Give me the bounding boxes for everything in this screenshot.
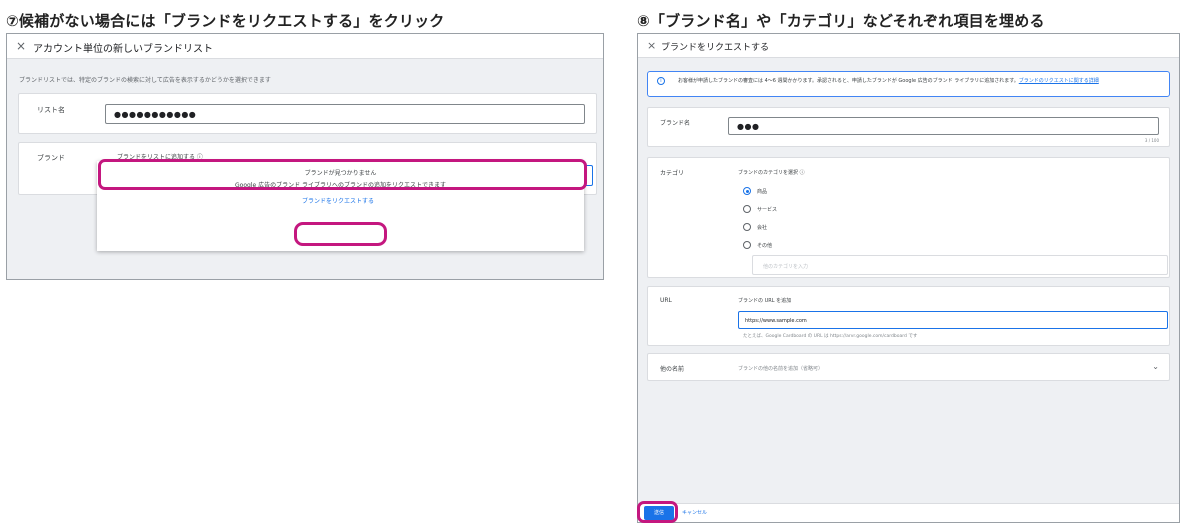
radio-icon	[743, 205, 751, 213]
list-name-label: リスト名	[37, 106, 65, 114]
panel-title: アカウント単位の新しいブランドリスト	[33, 44, 213, 55]
category-sub-label: ブランドのカテゴリを選択 ⓘ	[738, 170, 805, 176]
panel-header: × アカウント単位の新しいブランドリスト	[7, 34, 603, 59]
cancel-button[interactable]: キャンセル	[682, 509, 707, 516]
panel-footer: 送信 キャンセル	[638, 503, 1179, 522]
info-message: お客様が申請したブランドの審査には 4～6 週間かかります。承認されると、申請し…	[678, 78, 1019, 84]
brand-name-card: ブランド名 ●●● 3 / 100	[647, 107, 1170, 147]
close-icon[interactable]: ×	[16, 39, 26, 53]
category-option-label: 商品	[757, 189, 768, 195]
url-card: URL ブランドの URL を追加 https://www.sample.com…	[647, 286, 1170, 346]
list-name-input[interactable]: ●●●●●●●●●●●	[105, 104, 585, 124]
step-8-title: ⑧「ブランド名」や「カテゴリ」などそれぞれ項目を埋める	[637, 12, 1045, 30]
chevron-down-icon[interactable]: ⌄	[1152, 362, 1159, 371]
brand-label: ブランド	[37, 154, 65, 162]
other-names-placeholder: ブランドの他の名前を追加（省略可）	[738, 366, 824, 372]
request-brand-panel: × ブランドをリクエストする i お客様が申請したブランドの審査には 4～6 週…	[637, 33, 1180, 523]
other-category-input[interactable]: 他のカテゴリを入力	[752, 255, 1168, 275]
category-option-label: サービス	[757, 207, 778, 213]
category-card: カテゴリ ブランドのカテゴリを選択 ⓘ 商品 サービス 会社 その他 他のカテゴ…	[647, 157, 1170, 278]
step-7-title: ⑦候補がない場合には「ブランドをリクエストする」をクリック	[6, 12, 445, 30]
radio-icon	[743, 223, 751, 231]
other-names-label: 他の名前	[660, 366, 685, 373]
category-option-label: 会社	[757, 225, 768, 231]
request-note: Google 広告のブランド ライブラリへのブランドの追加をリクエストできます	[235, 182, 446, 189]
panel-description: ブランドリストでは、特定のブランドの検索に対して広告を表示するかどうかを選択でき…	[19, 77, 271, 84]
panel-title: ブランドをリクエストする	[661, 43, 770, 53]
url-sub-label: ブランドの URL を追加	[738, 298, 792, 304]
panel-header: × ブランドをリクエストする	[638, 34, 1179, 58]
info-text: お客様が申請したブランドの審査には 4～6 週間かかります。承認されると、申請し…	[678, 77, 1158, 85]
info-banner: i お客様が申請したブランドの審査には 4～6 週間かかります。承認されると、申…	[647, 71, 1170, 97]
radio-icon	[743, 241, 751, 249]
brand-name-input[interactable]: ●●●	[728, 117, 1159, 135]
url-label: URL	[660, 297, 672, 304]
category-option-label: その他	[757, 243, 773, 249]
not-found-message: ブランドが見つかりません	[304, 170, 377, 177]
other-names-card[interactable]: 他の名前 ブランドの他の名前を追加（省略可） ⌄	[647, 353, 1170, 381]
close-icon[interactable]: ×	[647, 39, 656, 52]
send-button[interactable]: 送信	[644, 506, 674, 520]
list-name-card: リスト名 ●●●●●●●●●●●	[18, 93, 597, 134]
url-hint: たとえば、Google Cardboard の URL は https://ar…	[743, 334, 918, 339]
request-brand-link[interactable]: ブランドをリクエストする	[302, 196, 374, 205]
category-label: カテゴリ	[660, 170, 685, 177]
character-counter: 3 / 100	[1144, 138, 1159, 143]
url-input[interactable]: https://www.sample.com	[738, 311, 1168, 329]
brand-search-dropdown: ブランドが見つかりません Google 広告のブランド ライブラリへのブランドの…	[97, 161, 584, 251]
radio-checked-icon	[743, 187, 751, 195]
info-link[interactable]: ブランドのリクエストに関する詳細	[1019, 78, 1099, 84]
info-icon: i	[657, 77, 665, 85]
brand-name-label: ブランド名	[660, 120, 691, 127]
brand-sub-label: ブランドをリストに追加する ⓘ	[117, 154, 203, 161]
